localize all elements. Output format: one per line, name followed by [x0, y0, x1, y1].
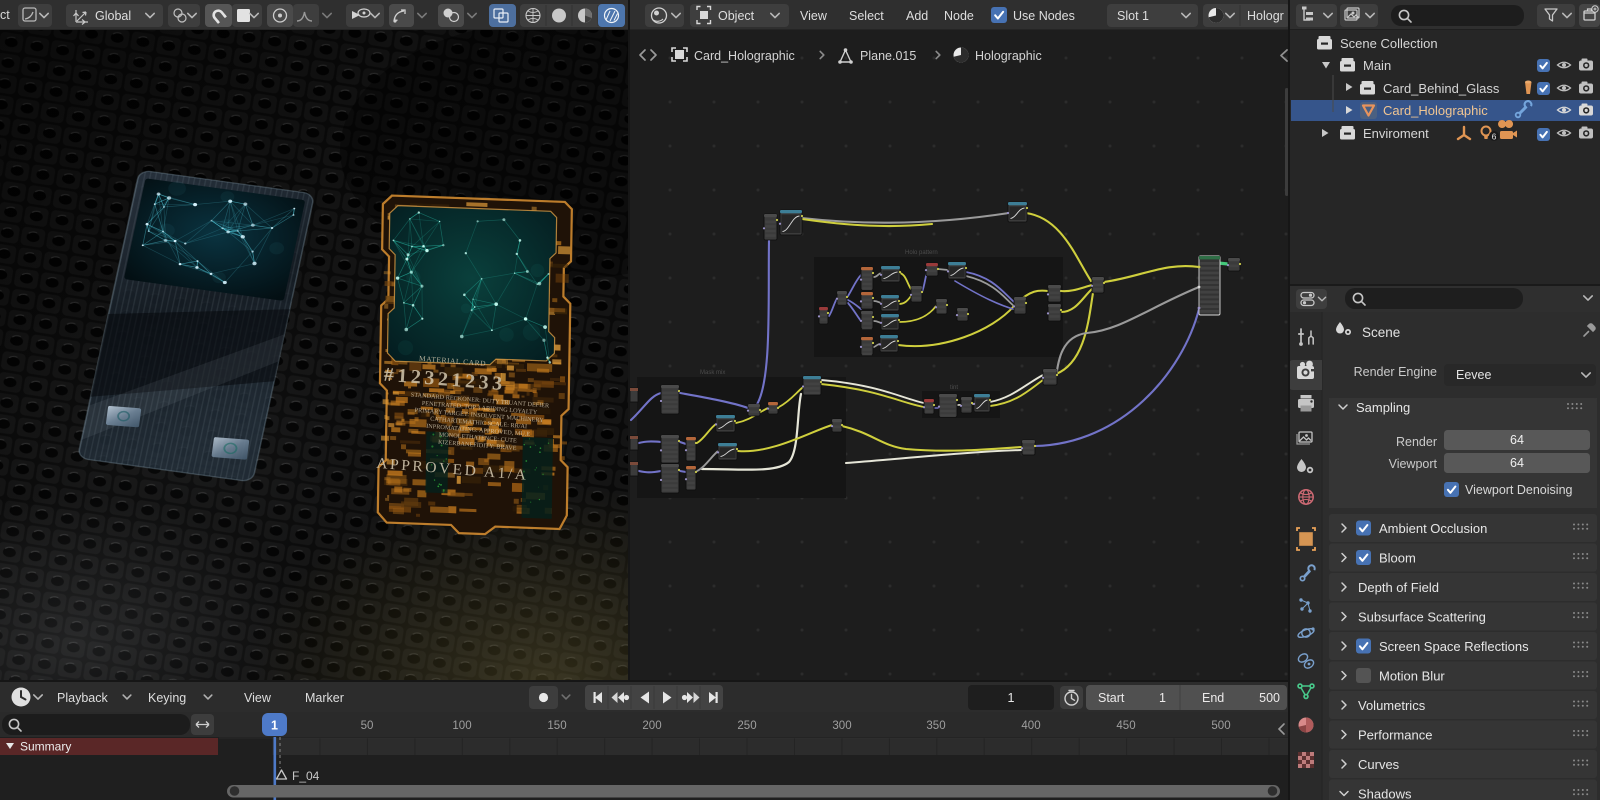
svg-text:Select: Select	[849, 9, 884, 23]
svg-text:Slot 1: Slot 1	[1117, 9, 1149, 23]
svg-text:Enviroment: Enviroment	[1363, 126, 1429, 141]
svg-text:Shadows: Shadows	[1358, 787, 1412, 800]
svg-text:View: View	[244, 691, 272, 705]
svg-text:Keying: Keying	[148, 691, 186, 705]
svg-text:450: 450	[1116, 720, 1135, 732]
svg-text:Node: Node	[944, 9, 974, 23]
svg-text:Scene: Scene	[1362, 325, 1400, 340]
svg-text:Curves: Curves	[1358, 757, 1400, 772]
svg-text:Viewport Denoising: Viewport Denoising	[1465, 483, 1573, 497]
svg-text:View: View	[800, 9, 828, 23]
svg-text:Main: Main	[1363, 58, 1391, 73]
svg-text:1: 1	[1008, 691, 1015, 705]
svg-text:Mask mix: Mask mix	[700, 370, 725, 376]
svg-text:Card_Holographic: Card_Holographic	[1383, 103, 1488, 118]
svg-text:tint: tint	[950, 385, 958, 391]
svg-text:400: 400	[1021, 720, 1040, 732]
svg-text:6: 6	[1492, 132, 1497, 142]
svg-text:50: 50	[361, 720, 374, 732]
svg-text:Marker: Marker	[305, 691, 344, 705]
svg-text:Bloom: Bloom	[1379, 551, 1416, 566]
svg-text:100: 100	[452, 720, 471, 732]
svg-text:Holo pattern: Holo pattern	[905, 250, 938, 256]
svg-text:Scene Collection: Scene Collection	[1340, 36, 1438, 51]
svg-text:Viewport: Viewport	[1389, 457, 1438, 471]
svg-text:500: 500	[1211, 720, 1230, 732]
svg-text:250: 250	[737, 720, 756, 732]
svg-text:500: 500	[1259, 691, 1280, 705]
svg-text:200: 200	[642, 720, 661, 732]
svg-text:Motion Blur: Motion Blur	[1379, 669, 1445, 684]
svg-text:300: 300	[832, 720, 851, 732]
svg-text:Summary: Summary	[20, 740, 71, 754]
svg-text:Plane.015: Plane.015	[860, 49, 916, 63]
svg-text:Card_Behind_Glass: Card_Behind_Glass	[1383, 81, 1500, 96]
svg-text:64: 64	[1510, 433, 1524, 447]
svg-text:Performance: Performance	[1358, 728, 1432, 743]
svg-text:Screen Space Reflections: Screen Space Reflections	[1379, 639, 1529, 654]
svg-text:Hologr: Hologr	[1247, 9, 1284, 23]
svg-text:Render: Render	[1396, 435, 1437, 449]
svg-text:150: 150	[547, 720, 566, 732]
svg-text:Start: Start	[1098, 691, 1125, 705]
svg-text:Subsurface Scattering: Subsurface Scattering	[1358, 610, 1486, 625]
svg-text:1: 1	[271, 719, 278, 733]
svg-text:Sampling: Sampling	[1356, 400, 1410, 415]
svg-text:Object: Object	[718, 9, 755, 23]
svg-text:350: 350	[926, 720, 945, 732]
svg-text:1: 1	[1159, 691, 1166, 705]
svg-text:Depth of Field: Depth of Field	[1358, 580, 1439, 595]
svg-text:Volumetrics: Volumetrics	[1358, 698, 1426, 713]
svg-text:F_04: F_04	[292, 769, 320, 783]
svg-text:64: 64	[1510, 456, 1524, 470]
svg-text:Add: Add	[906, 9, 928, 23]
svg-text:Playback: Playback	[57, 691, 108, 705]
svg-text:Card_Holographic: Card_Holographic	[694, 49, 795, 63]
svg-text:Global: Global	[95, 9, 131, 23]
svg-text:Eevee: Eevee	[1456, 368, 1491, 382]
svg-text:Use Nodes: Use Nodes	[1013, 9, 1075, 23]
svg-text:Ambient Occlusion: Ambient Occlusion	[1379, 521, 1487, 536]
svg-text:End: End	[1202, 691, 1224, 705]
svg-text:Render Engine: Render Engine	[1354, 365, 1437, 379]
svg-text:Holographic: Holographic	[975, 49, 1042, 63]
